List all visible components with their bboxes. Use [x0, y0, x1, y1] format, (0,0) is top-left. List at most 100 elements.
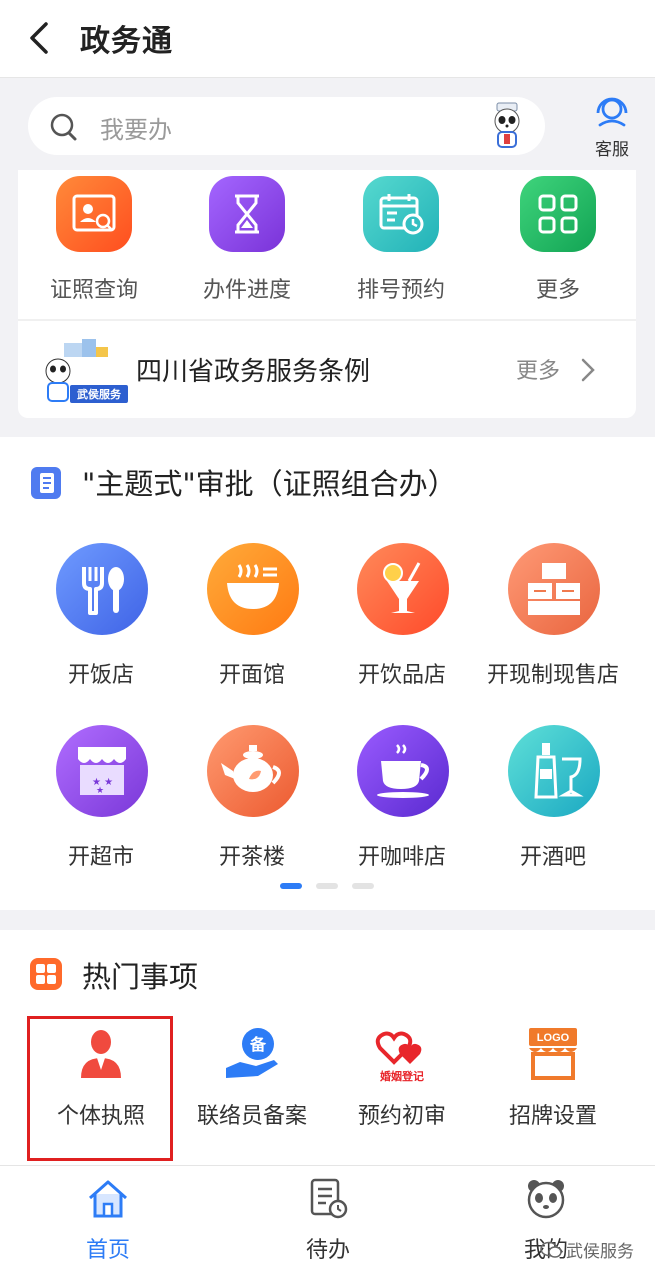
search-icon: [50, 113, 77, 141]
section-title: 热门事项: [82, 960, 199, 994]
quick-action-license-query[interactable]: 证照查询: [34, 176, 154, 306]
app-header: 政务通: [0, 0, 655, 78]
theme-item-bar[interactable]: 开酒吧: [478, 725, 628, 885]
quick-actions-card: 证照查询 办件进度 排号预约 更多 武侯服务 四川省政务服务条例 更多: [18, 170, 636, 418]
quick-icon-bg: [520, 176, 596, 252]
theme-item-restaurant[interactable]: 开饭店: [26, 543, 176, 703]
theme-item-label: 开超市: [67, 845, 134, 870]
headset-icon: [596, 97, 628, 127]
section-title: "主题式"审批（证照组合办）: [82, 467, 457, 501]
hot-grid-icon: [30, 958, 62, 990]
quick-icon-bg: [56, 176, 132, 252]
regulation-image-caption: 武侯服务: [77, 387, 122, 401]
pager-dot[interactable]: [352, 883, 374, 889]
chevron-left-icon: [30, 22, 48, 54]
home-icon: [89, 1180, 127, 1218]
notebook-icon: [31, 467, 61, 499]
hot-item-label: 联络员备案: [196, 1104, 307, 1129]
theme-item-drink-shop[interactable]: 开饮品店: [327, 543, 477, 703]
bottom-nav: 首页 待办 我的: [0, 1165, 655, 1280]
drink-cup-icon: [383, 562, 421, 613]
hand-badge-icon: 备: [226, 1028, 278, 1078]
quick-action-appointment[interactable]: 排号预约: [341, 176, 461, 306]
fork-spoon-icon: [82, 567, 124, 615]
nav-label-home: 首页: [85, 1238, 130, 1263]
hot-items-section: 热门事项 个体执照 备 联络员备案 婚姻登记 预约初审 LOGO 招牌设置: [0, 930, 655, 1165]
quick-action-label: 办件进度: [202, 278, 291, 303]
grid-more-icon: [538, 194, 578, 234]
grid-circle: [357, 725, 449, 817]
theme-approval-section: "主题式"审批（证照组合办） 开饭店 开面馆 开饮品店 开现制现售店 ★ ★ ★ …: [0, 437, 655, 910]
regulation-title: 四川省政务服务条例: [136, 357, 371, 387]
grid-circle: [508, 543, 600, 635]
watermark-text: 武侯服务: [566, 1242, 634, 1262]
hot-item-label: 个体执照: [56, 1104, 145, 1129]
page-title: 政务通: [80, 24, 173, 59]
theme-item-coffee-shop[interactable]: 开咖啡店: [327, 725, 477, 885]
theme-item-label: 开饮品店: [357, 663, 446, 688]
hot-item-liaison-filing[interactable]: 备 联络员备案: [177, 1016, 327, 1156]
id-card-search-icon: [72, 194, 116, 232]
pager-dot-active[interactable]: [280, 883, 302, 889]
grid-circle: ★ ★ ★: [56, 725, 148, 817]
quick-action-label: 排号预约: [356, 278, 445, 303]
svg-text:★: ★: [96, 786, 104, 796]
quick-action-more[interactable]: 更多: [498, 176, 618, 306]
search-area: 我要办 客服: [0, 79, 655, 175]
hot-item-marriage-precheck[interactable]: 婚姻登记 预约初审: [327, 1016, 477, 1156]
pager-dot[interactable]: [316, 883, 338, 889]
regulation-illustration: 武侯服务: [45, 339, 128, 403]
theme-item-label: 开饭店: [67, 663, 134, 688]
quick-icon-bg: [209, 176, 285, 252]
theme-item-label: 开茶楼: [218, 845, 285, 870]
teapot-icon: [221, 745, 281, 792]
wechat-icon: [540, 1241, 562, 1258]
theme-item-tea-house[interactable]: 开茶楼: [177, 725, 327, 885]
grid-circle: [207, 725, 299, 817]
marriage-badge-text: 婚姻登记: [380, 1069, 424, 1083]
wine-bottle-icon: [534, 743, 584, 799]
theme-item-supermarket[interactable]: ★ ★ ★ 开超市: [26, 725, 176, 885]
regulation-more-link[interactable]: 更多: [516, 353, 560, 385]
hourglass-icon: [235, 194, 259, 234]
nav-tab-home[interactable]: 首页: [48, 1176, 168, 1271]
hot-item-label: 预约初审: [357, 1104, 446, 1129]
signboard-badge-text: LOGO: [537, 1032, 570, 1044]
panda-face-icon: [527, 1180, 565, 1219]
double-heart-icon: 婚姻登记: [375, 1031, 424, 1083]
nav-label-todo: 待办: [305, 1238, 350, 1263]
grid-circle: [357, 543, 449, 635]
search-placeholder: 我要办: [100, 116, 172, 144]
quick-action-progress[interactable]: 办件进度: [187, 176, 307, 306]
coffee-cup-icon: [377, 744, 429, 798]
todo-doc-icon: [310, 1178, 348, 1219]
customer-service-label: 客服: [595, 140, 629, 160]
chevron-right-icon: [581, 358, 595, 382]
search-input[interactable]: 我要办: [28, 97, 545, 155]
grid-circle: [508, 725, 600, 817]
customer-service-button[interactable]: 客服: [584, 93, 640, 160]
theme-item-label: 开面馆: [218, 663, 285, 688]
theme-item-noodle-shop[interactable]: 开面馆: [177, 543, 327, 703]
grid-circle: [207, 543, 299, 635]
watermark: 武侯服务: [540, 1237, 634, 1262]
regulation-banner[interactable]: 武侯服务 四川省政务服务条例 更多: [18, 321, 636, 418]
grid-circle: [56, 543, 148, 635]
calendar-clock-icon: [379, 194, 424, 235]
store-icon: ★ ★★: [78, 747, 126, 796]
signboard-icon: LOGO: [529, 1028, 577, 1080]
theme-item-label: 开酒吧: [519, 845, 586, 870]
nav-tab-todo[interactable]: 待办: [268, 1176, 388, 1271]
theme-item-ready-food-shop[interactable]: 开现制现售店: [478, 543, 628, 703]
hot-item-individual-license[interactable]: 个体执照: [26, 1016, 176, 1156]
liaison-badge-text: 备: [249, 1035, 267, 1054]
theme-item-label: 开现制现售店: [486, 663, 619, 688]
hot-item-label: 招牌设置: [508, 1104, 597, 1129]
panda-mascot-icon: [494, 102, 520, 148]
back-button[interactable]: [24, 18, 58, 58]
theme-item-label: 开咖啡店: [357, 845, 446, 870]
hot-item-signboard[interactable]: LOGO 招牌设置: [478, 1016, 628, 1156]
quick-action-label: 更多: [535, 278, 580, 303]
quick-action-label: 证照查询: [49, 278, 138, 303]
boxes-icon: [528, 563, 580, 615]
